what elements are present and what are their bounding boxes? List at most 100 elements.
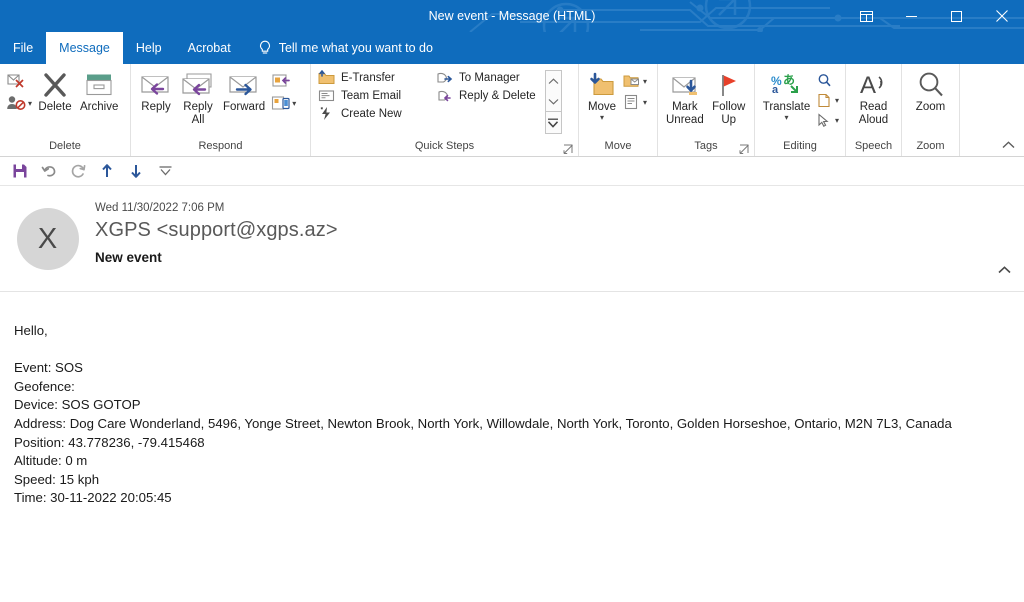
ignore-icon (7, 74, 24, 88)
quick-step-team-email[interactable]: Team Email (315, 87, 423, 104)
mark-unread-icon (670, 69, 700, 101)
reply-button-label: Reply (141, 101, 171, 113)
mark-unread-button[interactable]: Mark Unread (662, 67, 708, 127)
select-all-button[interactable]: ▾ (814, 92, 841, 109)
more-respond-button[interactable]: ▾ (269, 94, 298, 113)
find-button[interactable] (814, 72, 841, 89)
minimize-button[interactable] (889, 0, 934, 32)
ribbon-display-options-button[interactable] (844, 0, 889, 32)
group-label-tags-text: Tags (694, 140, 718, 152)
avatar[interactable]: X (16, 208, 79, 270)
quick-steps-dialog-launcher[interactable] (563, 144, 574, 155)
quick-steps-scroll-down-button[interactable] (546, 91, 561, 111)
previous-item-button[interactable] (94, 159, 120, 183)
redo-arrow-icon (71, 164, 85, 178)
more-respond-caret-icon: ▾ (292, 99, 297, 108)
message-meta: Wed 11/30/2022 7:06 PM XGPS <support@xgp… (95, 200, 1024, 265)
translate-caret-icon: ▾ (784, 113, 789, 122)
quick-step-e-transfer[interactable]: E-Transfer (315, 69, 423, 86)
tab-acrobat[interactable]: Acrobat (175, 32, 244, 64)
quick-step-create-new[interactable]: Create New (315, 105, 423, 122)
move-folder-icon (587, 69, 617, 101)
chevron-up-icon (1002, 141, 1014, 149)
tell-me-label: Tell me what you want to do (278, 41, 433, 55)
tell-me-search[interactable]: Tell me what you want to do (244, 32, 443, 64)
select-pointer-icon (818, 113, 829, 127)
quick-step-label: E-Transfer (341, 71, 395, 84)
reply-all-button[interactable]: Reply All (177, 67, 219, 127)
save-button[interactable] (7, 159, 33, 183)
undo-button[interactable] (36, 159, 62, 183)
customize-quick-access-toolbar-button[interactable] (152, 159, 178, 183)
tags-dialog-launcher[interactable] (739, 144, 750, 155)
to-manager-icon (437, 72, 453, 83)
translate-button[interactable]: % a あ Translate ▾ (759, 67, 814, 122)
save-floppy-icon (13, 164, 27, 178)
undo-arrow-icon (41, 166, 55, 177)
ribbon-group-respond: Reply Reply All Forward ▾ Respond (131, 64, 311, 156)
quick-steps-column-1: E-Transfer Team Email Create New (315, 67, 423, 122)
quick-step-reply-delete[interactable]: Reply & Delete (433, 87, 542, 104)
quick-steps-scroller[interactable] (544, 70, 562, 134)
quick-steps-more-button[interactable] (545, 111, 561, 133)
arrow-up-icon (102, 164, 112, 177)
body-line-speed: Speed: 15 kph (14, 471, 100, 487)
message-body[interactable]: Hello, Event: SOS Geofence: Device: SOS … (0, 292, 1024, 518)
select-button[interactable]: ▾ (814, 112, 841, 129)
next-item-button[interactable] (123, 159, 149, 183)
scroll-down-icon (548, 98, 559, 105)
quick-steps-more-icon (548, 118, 559, 128)
move-button[interactable]: Move ▾ (583, 67, 621, 122)
quick-step-label: Reply & Delete (459, 89, 536, 102)
follow-up-button[interactable]: Follow Up (708, 67, 750, 127)
rules-caret-icon: ▾ (643, 76, 648, 86)
quick-steps-scroll-up-button[interactable] (546, 71, 561, 91)
group-label-respond: Respond (198, 140, 243, 152)
message-subject: New event (95, 250, 162, 265)
rules-button[interactable]: ▾ (621, 72, 649, 90)
select-page-icon (818, 93, 830, 108)
message-sender[interactable]: XGPS <support@xgps.az> (95, 219, 1024, 242)
customize-qat-icon (159, 166, 171, 176)
group-label-speech: Speech (854, 140, 893, 152)
translate-icon: % a あ (771, 69, 801, 101)
meeting-icon (272, 74, 291, 87)
zoom-button[interactable]: Zoom (910, 67, 952, 114)
reply-button[interactable]: Reply (135, 67, 177, 114)
tab-message[interactable]: Message (46, 32, 123, 64)
ribbon-group-editing: % a あ Translate ▾ ▾ ▾ Editing (755, 64, 846, 156)
delete-button[interactable]: Delete (34, 67, 76, 114)
rules-icon (623, 75, 639, 87)
message-date: Wed 11/30/2022 7:06 PM (95, 202, 225, 214)
chevron-up-icon (997, 266, 1011, 274)
read-aloud-button[interactable]: A Read Aloud (853, 67, 895, 127)
tab-file[interactable]: File (0, 32, 46, 64)
ribbon-group-zoom: Zoom Zoom (902, 64, 960, 156)
junk-icon (7, 96, 26, 110)
meeting-button[interactable] (269, 72, 298, 91)
read-aloud-icon: A (858, 69, 890, 101)
expand-header-button[interactable] (992, 259, 1016, 281)
ribbon: ▾ Delete Archive Delete Reply Reply All … (0, 64, 1024, 157)
archive-button[interactable]: Archive (76, 67, 122, 114)
group-label-delete: Delete (49, 140, 81, 152)
respond-stack: ▾ (269, 67, 298, 113)
ribbon-group-move: Move ▾ ▾ ▾ Move (579, 64, 658, 156)
close-button[interactable] (979, 0, 1024, 32)
body-line-geofence: Geofence: (14, 378, 75, 394)
follow-up-flag-icon (716, 69, 742, 101)
maximize-button[interactable] (934, 0, 979, 32)
team-email-icon (318, 90, 335, 102)
collapse-ribbon-button[interactable] (998, 136, 1018, 154)
archive-button-label: Archive (80, 101, 119, 113)
quick-step-to-manager[interactable]: To Manager (433, 69, 542, 86)
junk-button[interactable]: ▾ (4, 94, 34, 112)
redo-button[interactable] (65, 159, 91, 183)
onenote-button[interactable]: ▾ (621, 93, 649, 111)
body-line-device: Device: SOS GOTOP (14, 397, 141, 413)
forward-button[interactable]: Forward (219, 67, 269, 114)
quick-step-label: To Manager (459, 71, 520, 84)
ribbon-tab-strip: File Message Help Acrobat Tell me what y… (0, 32, 1024, 64)
tab-help[interactable]: Help (123, 32, 175, 64)
ignore-button[interactable] (4, 70, 34, 90)
